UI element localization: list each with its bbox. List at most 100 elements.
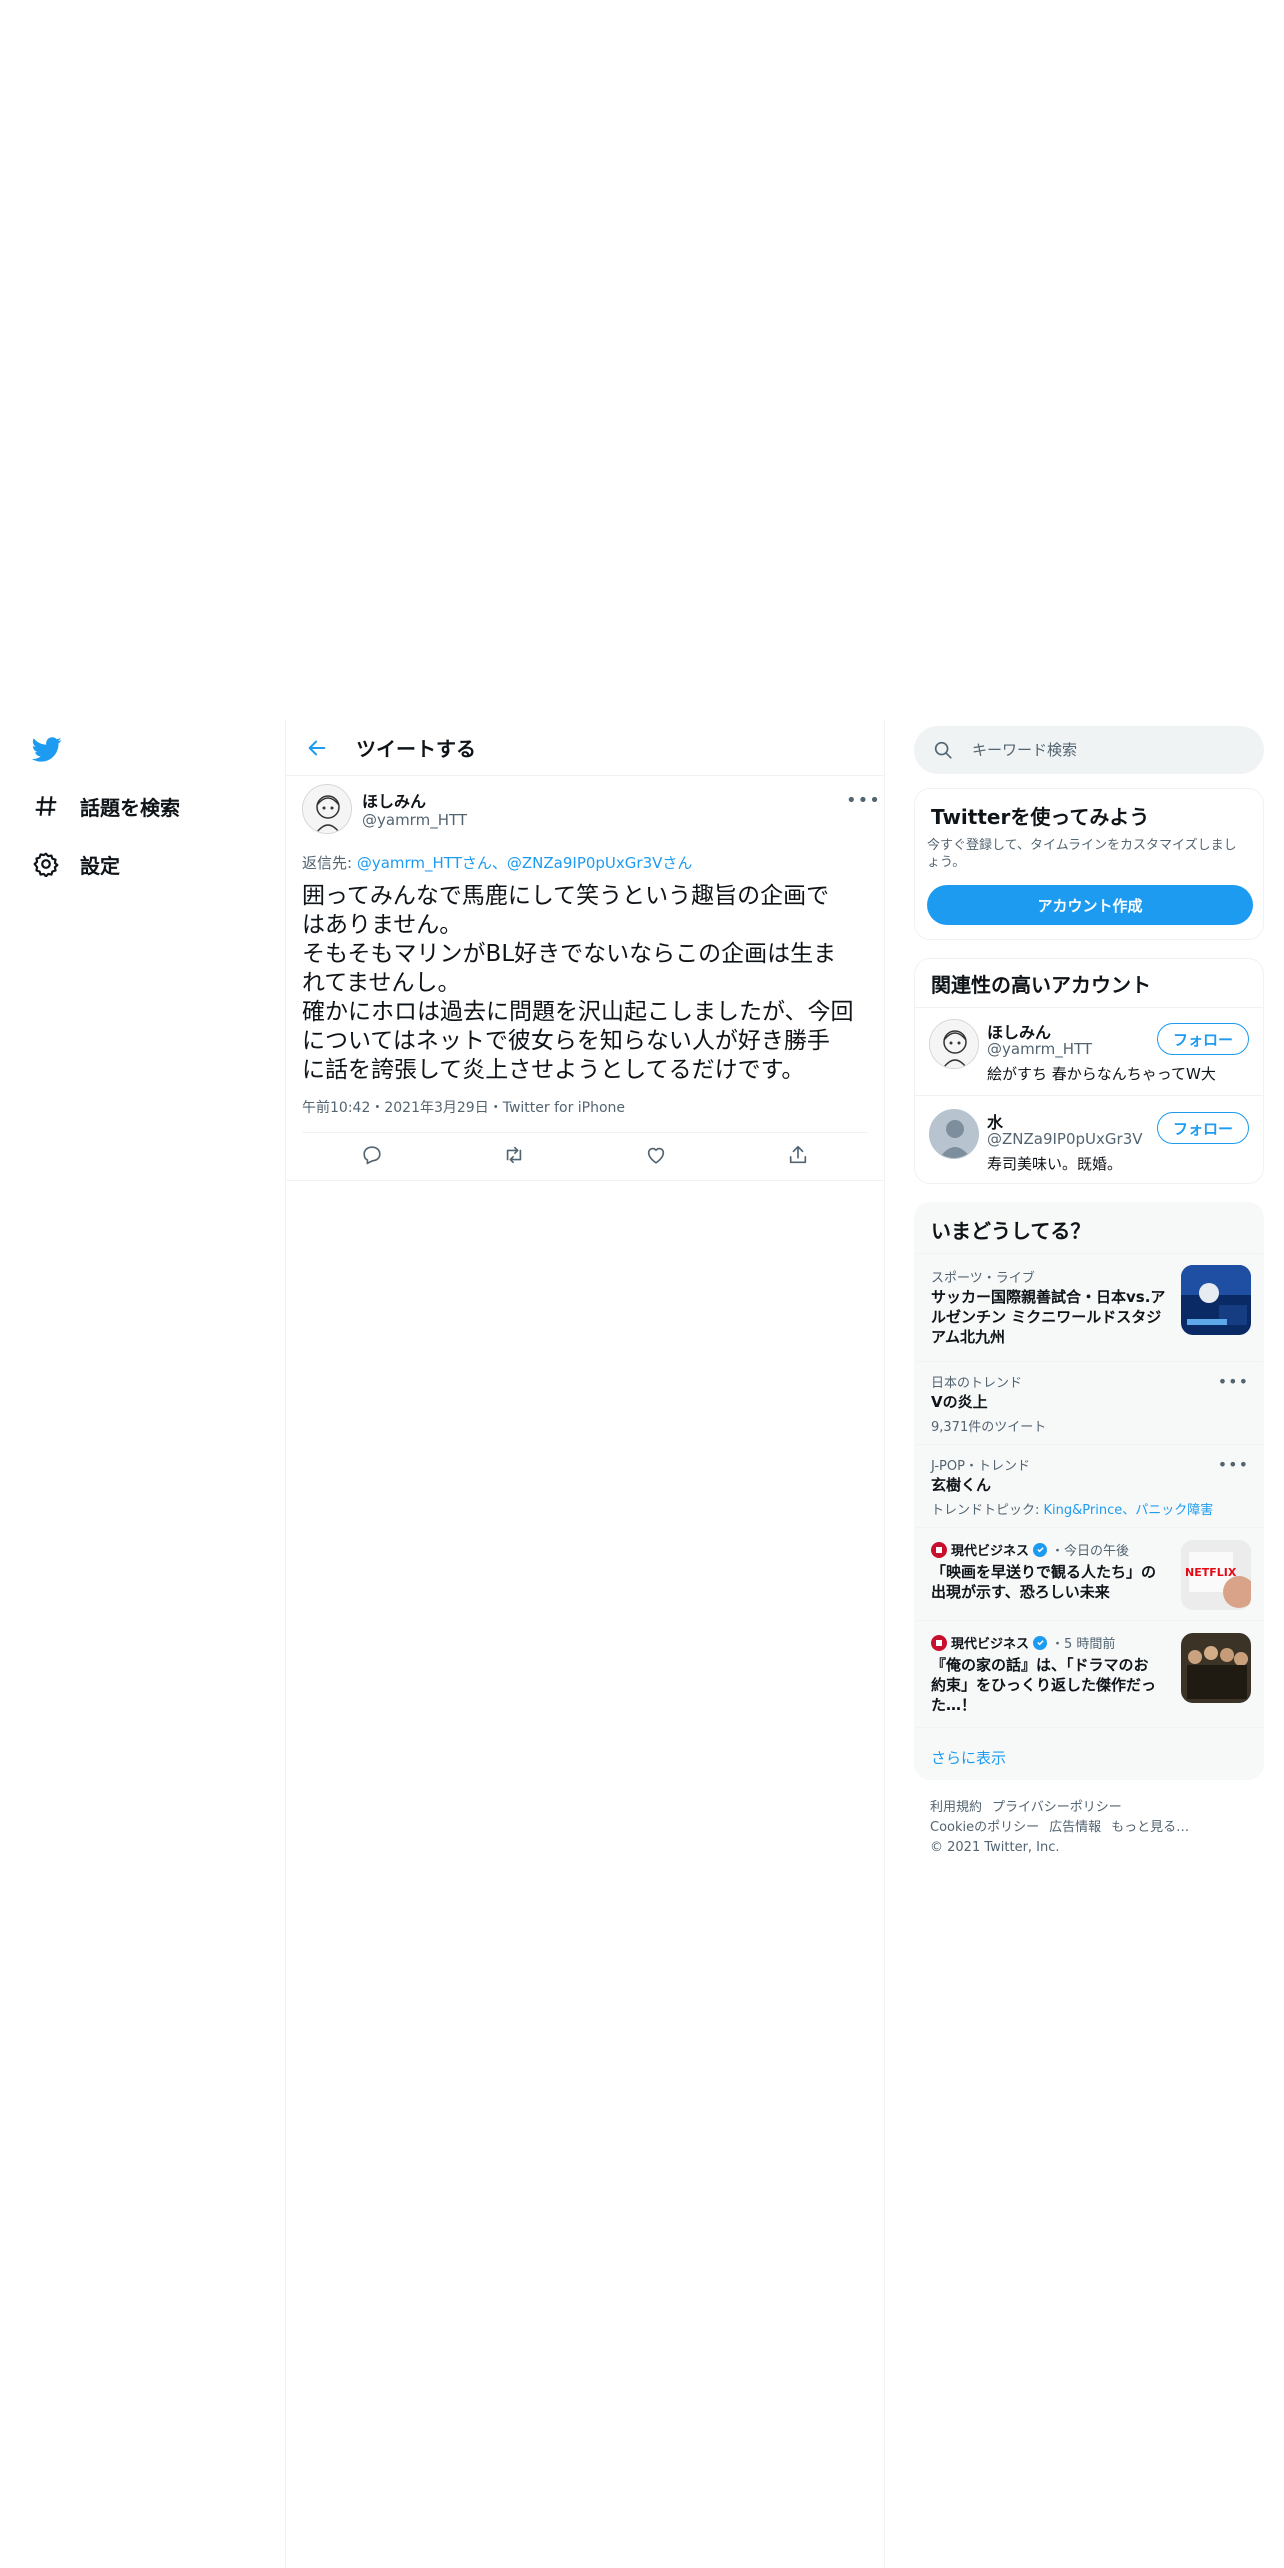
footer: 利用規約 プライバシーポリシー Cookieのポリシー 広告情報 もっと見る… © 2… xyxy=(930,1798,1250,1858)
news-title-line: 『俺の家の話』は、「ドラマのお xyxy=(931,1656,1149,1674)
divider xyxy=(302,1132,868,1133)
tweet-text-line: 確かにホロは過去に問題を沢山起こしましたが、今回 xyxy=(302,999,854,1025)
tweet-source[interactable]: Twitter for iPhone xyxy=(503,1100,625,1116)
tweet-date[interactable]: 2021年3月29日 xyxy=(384,1100,488,1116)
page-header: ツイートする xyxy=(286,720,884,776)
follow-button[interactable]: フォロー xyxy=(1157,1112,1249,1144)
news-time: ・5 時間前 xyxy=(1051,1637,1116,1652)
divider xyxy=(915,1007,1263,1008)
publisher-logo-icon xyxy=(931,1541,947,1558)
trend-topics-links[interactable]: King&Prince、パニック障害 xyxy=(1044,1503,1214,1518)
more-options-icon[interactable]: ••• xyxy=(1218,1455,1249,1474)
avatar[interactable] xyxy=(929,1109,979,1159)
trend-title: Vの炎上 xyxy=(931,1393,988,1411)
related-accounts-card: 関連性の高いアカウント ほしみん @yamrm_HTT 絵がすち 春からなんちゃ… xyxy=(914,958,1264,1184)
trend-thumbnail xyxy=(1181,1265,1251,1335)
news-source-name: 現代ビジネス xyxy=(951,1637,1030,1652)
signup-desc-line: ょう。 xyxy=(927,855,966,870)
trend-category: スポーツ・ライブ xyxy=(931,1271,1035,1286)
trend-category: 日本のトレンド xyxy=(931,1376,1023,1391)
meta-separator: ・ xyxy=(488,1100,503,1116)
footer-link[interactable]: 広告情報 xyxy=(1049,1820,1101,1835)
tweet-text: 囲ってみんなで馬鹿にして笑うという趣旨の企画で はありません。 そもそもマリンが… xyxy=(302,882,862,1085)
nav-settings[interactable]: 設定 xyxy=(32,844,120,884)
footer-link[interactable]: もっと見る… xyxy=(1111,1820,1189,1835)
tweet-meta: 午前10:42・2021年3月29日・Twitter for iPhone xyxy=(302,1097,625,1117)
reply-suffix-1[interactable]: さん、 xyxy=(462,854,507,872)
tweet-time[interactable]: 午前10:42 xyxy=(302,1100,370,1116)
nav-explore-label: 話題を検索 xyxy=(80,795,180,820)
author-name[interactable]: ほしみん xyxy=(362,788,426,812)
verified-badge-icon xyxy=(1033,1635,1048,1650)
news-title-line: た…！ xyxy=(931,1696,977,1714)
news-title: 『俺の家の話』は、「ドラマのお 約束」をひっくり返した傑作だっ た…！ xyxy=(931,1655,1156,1715)
account-bio: 絵がすち 春からなんちゃってW大 xyxy=(987,1065,1216,1083)
reply-prefix: 返信先: xyxy=(302,854,357,872)
avatar[interactable] xyxy=(929,1019,979,1069)
more-options-icon[interactable]: ••• xyxy=(1218,1372,1249,1391)
nav-explore[interactable]: 話題を検索 xyxy=(32,786,180,826)
news-source: 現代ビジネス ・今日の午後 xyxy=(931,1540,1129,1559)
retweet-icon[interactable] xyxy=(494,1135,534,1175)
trend-title: 玄樹くん xyxy=(931,1476,992,1494)
trends-title: いまどうしてる？ xyxy=(931,1219,1091,1243)
news-thumbnail-text: NETFLIX xyxy=(1185,1566,1237,1579)
news-item[interactable]: 現代ビジネス ・今日の午後 「映画を早送りで観る人たち」の 出現が示す、恐ろしい… xyxy=(915,1528,1263,1620)
tweet-text-line: はありません。 xyxy=(302,912,463,938)
news-item[interactable]: 現代ビジネス ・5 時間前 『俺の家の話』は、「ドラマのお 約束」をひっくり返し… xyxy=(915,1621,1263,1727)
account-handle[interactable]: @ZNZa9IP0pUxGr3V xyxy=(987,1130,1143,1148)
reply-user-link-2[interactable]: @ZNZa9IP0pUxGr3V xyxy=(507,854,663,872)
reply-suffix-2[interactable]: さん xyxy=(662,854,692,872)
tweet-text-line: そもそもマリンがBL好きでないならこの企画は生ま xyxy=(302,941,837,967)
news-source: 現代ビジネス ・5 時間前 xyxy=(931,1633,1115,1652)
divider xyxy=(286,1180,884,1181)
trend-item[interactable]: 日本のトレンド Vの炎上 9,371件のツイート ••• xyxy=(915,1362,1263,1444)
search-input[interactable] xyxy=(972,741,1252,759)
footer-row: Cookieのポリシー 広告情報 もっと見る… xyxy=(930,1818,1250,1838)
trend-item[interactable]: スポーツ・ライブ サッカー国際親善試合・日本vs.ア ルゼンチン ミクニワールド… xyxy=(915,1255,1263,1361)
divider xyxy=(915,1095,1263,1096)
footer-link[interactable]: プライバシーポリシー xyxy=(992,1800,1122,1815)
search-box[interactable] xyxy=(914,726,1264,774)
account-handle[interactable]: @yamrm_HTT xyxy=(987,1040,1092,1058)
news-title-line: 出現が示す、恐ろしい未来 xyxy=(931,1583,1110,1601)
related-title: 関連性の高いアカウント xyxy=(931,973,1151,997)
trend-tweet-count: 9,371件のツイート xyxy=(931,1420,1047,1435)
search-icon xyxy=(932,739,954,761)
signup-description: 今すぐ登録して、タイムラインをカスタマイズしまし ょう。 xyxy=(927,837,1237,871)
show-more-link[interactable]: さらに表示 xyxy=(931,1747,1006,1768)
tweet-text-line: に話を誇張して炎上させようとしてるだけです。 xyxy=(302,1057,805,1083)
author-handle[interactable]: @yamrm_HTT xyxy=(362,811,467,829)
footer-link[interactable]: 利用規約 xyxy=(930,1800,982,1815)
trend-topics: トレンドトピック: King&Prince、パニック障害 xyxy=(931,1499,1213,1518)
nav-settings-label: 設定 xyxy=(80,853,120,878)
reply-icon[interactable] xyxy=(352,1135,392,1175)
page-title: ツイートする xyxy=(356,737,476,761)
reply-to-line: 返信先: @yamrm_HTTさん、@ZNZa9IP0pUxGr3Vさん xyxy=(302,852,692,873)
divider xyxy=(915,1727,1263,1728)
more-options-icon[interactable]: ••• xyxy=(846,790,881,811)
back-arrow-icon[interactable] xyxy=(302,733,332,763)
footer-link[interactable]: Cookieのポリシー xyxy=(930,1820,1039,1835)
meta-separator: ・ xyxy=(370,1100,385,1116)
news-title: 「映画を早送りで観る人たち」の 出現が示す、恐ろしい未来 xyxy=(931,1562,1156,1602)
trend-title-line: ルゼンチン ミクニワールドスタジ xyxy=(931,1308,1162,1326)
author-avatar[interactable] xyxy=(302,784,352,834)
tweet-text-line: れてませんし。 xyxy=(302,970,461,996)
trend-title: サッカー国際親善試合・日本vs.ア ルゼンチン ミクニワールドスタジ アム北九州 xyxy=(931,1287,1165,1347)
hashtag-icon xyxy=(32,792,60,820)
follow-button[interactable]: フォロー xyxy=(1157,1023,1249,1055)
like-icon[interactable] xyxy=(636,1135,676,1175)
reply-user-link-1[interactable]: @yamrm_HTT xyxy=(357,854,462,872)
news-title-line: 約束」をひっくり返した傑作だっ xyxy=(931,1676,1157,1694)
news-title-line: 「映画を早送りで観る人たち」の xyxy=(931,1563,1157,1581)
verified-badge-icon xyxy=(1033,1542,1048,1557)
share-icon[interactable] xyxy=(778,1135,818,1175)
twitter-logo-icon[interactable] xyxy=(30,734,64,764)
news-thumbnail xyxy=(1181,1633,1251,1703)
gear-icon xyxy=(32,850,60,878)
trend-item[interactable]: J-POP・トレンド 玄樹くん トレンドトピック: King&Prince、パニ… xyxy=(915,1445,1263,1527)
news-thumbnail: NETFLIX xyxy=(1181,1540,1251,1610)
footer-row: 利用規約 プライバシーポリシー xyxy=(930,1798,1250,1818)
create-account-button[interactable]: アカウント作成 xyxy=(927,885,1253,925)
